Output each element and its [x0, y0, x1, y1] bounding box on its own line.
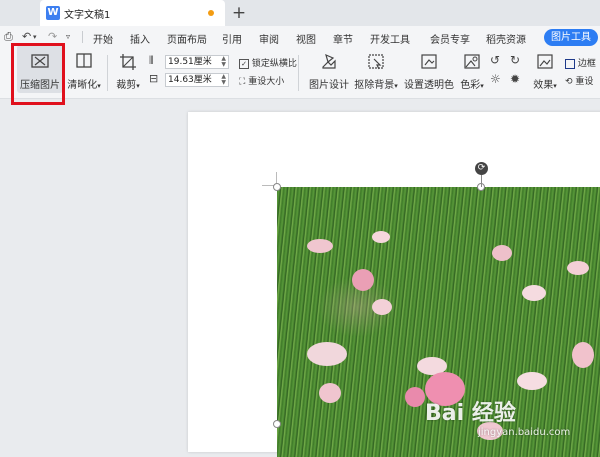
rotate-connector	[481, 175, 482, 187]
flower	[307, 342, 347, 366]
flower	[572, 342, 594, 368]
flower	[319, 383, 341, 403]
effects-dropdown-icon: ▾	[553, 82, 557, 90]
highlight-box	[11, 43, 65, 105]
writer-icon: W	[46, 6, 60, 20]
color-label: 色彩	[460, 80, 481, 91]
border-button[interactable]: 边框	[565, 56, 596, 69]
menu-member[interactable]: 会员专享	[430, 31, 470, 46]
flower	[352, 269, 374, 291]
document-title: 文字文稿1	[64, 10, 111, 21]
width-input[interactable]: 19.51厘米 ▲ ▼	[165, 55, 229, 69]
reset-size-button[interactable]: ⛶ 重设大小	[239, 74, 284, 87]
menu-references[interactable]: 引用	[222, 31, 242, 46]
transparent-color-icon	[421, 54, 437, 69]
height-dim-icon: ⫴	[149, 54, 154, 67]
ribbon-divider	[298, 55, 299, 91]
color-dropdown-icon: ▾	[480, 82, 484, 90]
width-value: 19.51厘米	[168, 57, 212, 67]
width-dim-icon: ⊟	[149, 72, 159, 85]
flower	[517, 372, 547, 390]
rotate-right-icon[interactable]: ↻	[510, 53, 520, 67]
menu-docer[interactable]: 稻壳资源	[486, 31, 526, 46]
undo-dropdown-icon[interactable]: ▾	[33, 33, 37, 41]
flower	[372, 231, 390, 243]
menu-review[interactable]: 审阅	[259, 31, 279, 46]
flower	[307, 239, 333, 253]
menu-developer[interactable]: 开发工具	[370, 31, 410, 46]
effects-button[interactable]: 效果▾	[531, 53, 559, 91]
customize-toolbar-icon[interactable]: ▿	[66, 32, 70, 41]
reset-size-icon: ⛶	[239, 77, 246, 87]
flower	[405, 387, 425, 407]
flower	[492, 245, 512, 261]
picture-design-button[interactable]: 图片设计	[309, 53, 349, 91]
remove-background-button[interactable]: 抠除背景▾	[353, 53, 399, 91]
picture-design-icon	[322, 53, 336, 69]
set-transparent-label: 设置透明色	[404, 80, 454, 91]
clarity-dropdown-icon: ▾	[97, 82, 101, 90]
effects-icon	[537, 54, 553, 69]
remove-background-label: 抠除背景	[354, 80, 395, 91]
width-spinner-icon[interactable]: ▲ ▼	[221, 56, 226, 68]
new-tab-button[interactable]: +	[230, 2, 248, 24]
height-value: 14.63厘米	[168, 75, 212, 85]
rotate-handle-icon[interactable]: ⟳	[475, 162, 488, 175]
set-transparent-color-button[interactable]: 设置透明色	[404, 53, 454, 91]
tab-picture-tools[interactable]: 图片工具	[544, 29, 598, 46]
watermark-logo: Bai 经验	[425, 401, 516, 426]
crop-icon	[120, 54, 136, 70]
color-icon	[464, 54, 480, 69]
reset-size-label: 重设大小	[248, 77, 285, 87]
crop-button[interactable]: 裁剪▾	[112, 53, 144, 91]
menu-divider	[82, 31, 83, 43]
title-bar: W 文字文稿1 +	[0, 0, 600, 26]
flower	[567, 261, 589, 275]
rotate-left-icon[interactable]: ↺	[490, 53, 500, 67]
menu-chapter[interactable]: 章节	[333, 31, 353, 46]
menu-insert[interactable]: 插入	[130, 31, 150, 46]
menu-bar: ⎙ ↶ ▾ ↷ ▿ 开始 插入 页面布局 引用 审阅 视图 章节 开发工具 会员…	[0, 26, 600, 48]
menu-home[interactable]: 开始	[93, 31, 113, 46]
border-label: 边框	[577, 59, 596, 69]
redo-icon[interactable]: ↷	[48, 30, 57, 43]
picture-design-label: 图片设计	[309, 80, 349, 91]
reset-picture-icon: ⟲	[565, 77, 573, 87]
flower	[522, 285, 546, 301]
print-preview-icon[interactable]: ⎙	[4, 30, 13, 44]
brightness-up-icon[interactable]: ☼	[490, 72, 501, 86]
clarity-label: 清晰化	[67, 80, 98, 91]
remove-bg-dropdown-icon: ▾	[394, 82, 398, 90]
crop-label: 裁剪	[116, 80, 137, 91]
resize-handle-left-center[interactable]	[273, 420, 281, 428]
effects-label: 效果	[533, 80, 554, 91]
color-button[interactable]: 色彩▾	[458, 53, 486, 91]
undo-icon[interactable]: ↶	[22, 30, 31, 43]
reset-picture-button[interactable]: ⟲ 重设	[565, 74, 593, 87]
ribbon-divider	[107, 55, 108, 91]
border-icon	[565, 58, 575, 69]
height-input[interactable]: 14.63厘米 ▲ ▼	[165, 73, 229, 87]
resize-handle-top-left[interactable]	[273, 183, 281, 191]
watermark-url: jingyan.baidu.com	[478, 427, 571, 438]
tab-document[interactable]: W 文字文稿1	[40, 0, 225, 26]
brightness-down-icon[interactable]: ✹	[510, 72, 520, 86]
reset-picture-label: 重设	[575, 77, 594, 87]
unsaved-dot-icon	[208, 10, 214, 16]
clarity-icon	[76, 53, 92, 68]
menu-page-layout[interactable]: 页面布局	[167, 31, 207, 46]
lock-ratio-checkbox[interactable]: ✓ 锁定纵横比	[239, 56, 297, 69]
crop-dropdown-icon: ▾	[136, 82, 140, 90]
lock-ratio-label: 锁定纵横比	[251, 59, 297, 69]
height-spinner-icon[interactable]: ▲ ▼	[221, 74, 226, 86]
clarity-button[interactable]: 清晰化▾	[66, 53, 102, 91]
flower	[372, 299, 392, 315]
remove-background-icon	[368, 54, 384, 70]
menu-view[interactable]: 视图	[296, 31, 316, 46]
check-icon: ✓	[239, 58, 249, 69]
